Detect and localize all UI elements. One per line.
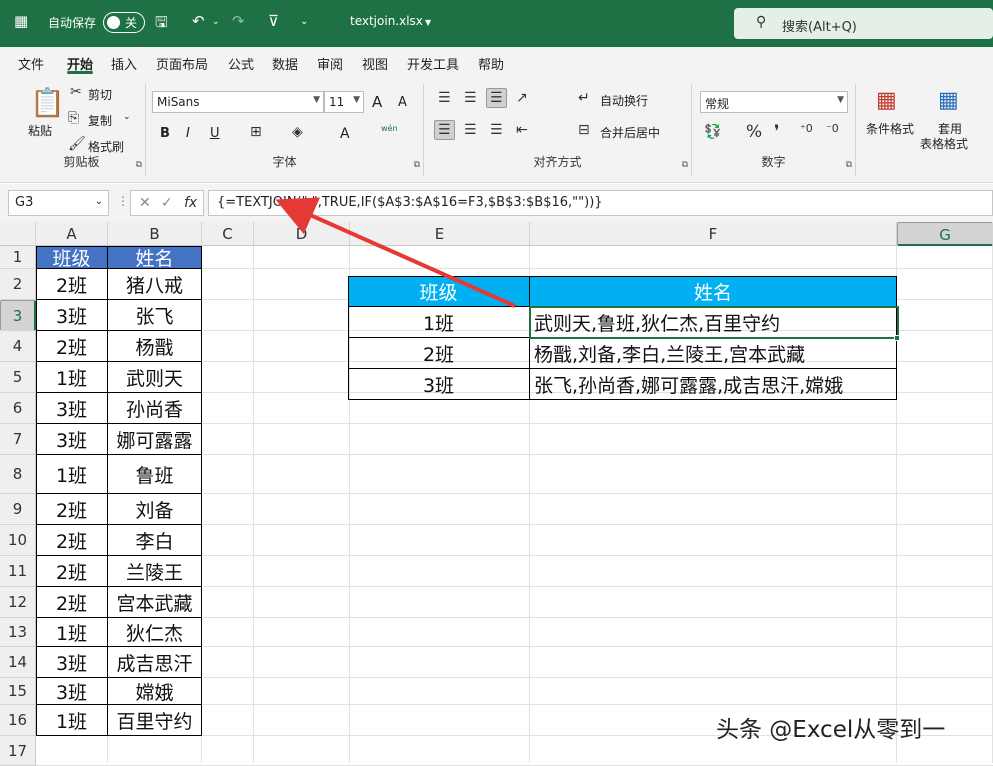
- arrow-line: [275, 197, 516, 308]
- annotation-arrow: [275, 197, 516, 308]
